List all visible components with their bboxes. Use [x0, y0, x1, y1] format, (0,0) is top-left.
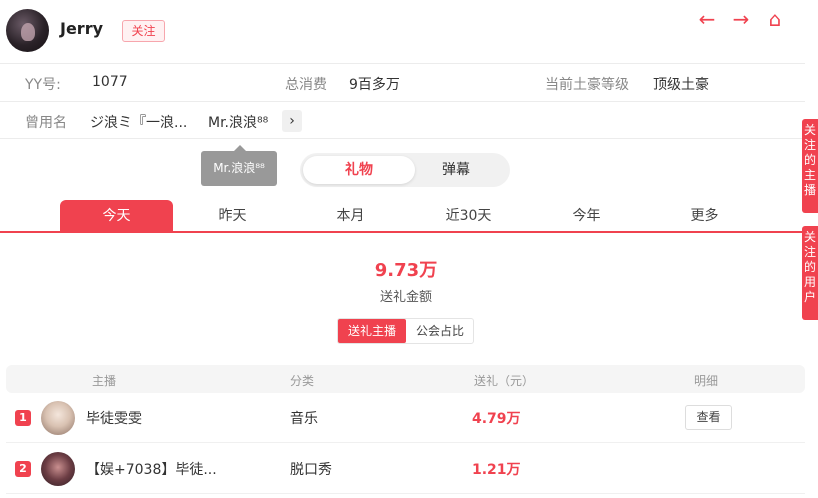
info-row-aliases: 曾用名 ジ浪ミ『一浪... Mr.浪浪⁸⁸ ›: [0, 101, 805, 139]
column-header-amount: 送礼（元）: [474, 374, 535, 388]
level-value: 顶级土豪: [653, 77, 709, 93]
anchor-name[interactable]: 毕徒雯雯: [86, 408, 142, 428]
column-header-anchor: 主播: [92, 374, 117, 388]
anchor-name[interactable]: 【娱+7038】毕徒...: [86, 459, 217, 479]
table-row: 2 【娱+7038】毕徒... 脱口秀 1.21万: [6, 444, 805, 494]
follow-button[interactable]: 关注: [122, 20, 165, 42]
username: Jerry: [60, 19, 104, 38]
anchor-category: 音乐: [290, 411, 318, 427]
gift-danmu-toggle: 弹幕 礼物: [300, 153, 510, 187]
yy-value: 1077: [92, 74, 128, 90]
info-row-stats: YY号: 1077 总消费 9百多万 当前土豪等级 顶级土豪: [0, 63, 805, 101]
level-label: 当前土豪等级: [545, 77, 629, 93]
period-tab-month[interactable]: 本月: [294, 200, 407, 233]
side-tab-followed-anchors[interactable]: 关注的主播: [802, 119, 818, 213]
alias-label: 曾用名: [25, 115, 67, 131]
tab-danmu[interactable]: 弹幕: [400, 156, 512, 184]
column-header-detail: 明细: [694, 374, 719, 388]
rank-badge: 1: [15, 410, 31, 426]
anchor-category: 脱口秀: [290, 462, 332, 478]
table-row: 1 毕徒雯雯 音乐 4.79万 查看: [6, 393, 805, 443]
forward-arrow-icon[interactable]: →: [730, 7, 752, 31]
period-tab-30days[interactable]: 近30天: [412, 200, 525, 233]
rank-badge: 2: [15, 461, 31, 477]
anchor-avatar[interactable]: [41, 401, 75, 435]
spend-label: 总消费: [285, 77, 327, 93]
period-tab-yesterday[interactable]: 昨天: [176, 200, 289, 233]
view-detail-button[interactable]: 查看: [685, 405, 732, 430]
anchor-guild-toggle: 送礼主播 公会占比: [337, 318, 474, 344]
gift-amount: 4.79万: [472, 411, 521, 427]
back-arrow-icon[interactable]: ←: [696, 7, 718, 31]
table-header: 主播 分类 送礼（元） 明细: [6, 365, 805, 393]
header: Jerry 关注 ← → ⌂: [0, 0, 818, 62]
nav-icons: ← → ⌂: [696, 7, 786, 31]
anchor-avatar[interactable]: [41, 452, 75, 486]
column-header-category: 分类: [290, 374, 315, 388]
tab-guild-share[interactable]: 公会占比: [406, 319, 474, 343]
chevron-right-icon[interactable]: ›: [282, 110, 302, 132]
period-tabs: 今天 昨天 本月 近30天 今年 更多: [0, 200, 818, 233]
alias-tooltip: Mr.浪浪⁸⁸: [201, 145, 277, 186]
gift-total-label: 送礼金额: [379, 290, 432, 305]
gift-total-value: 9.73万: [374, 260, 438, 281]
yy-label: YY号:: [25, 77, 61, 93]
tab-gift-anchor[interactable]: 送礼主播: [338, 319, 406, 343]
period-tab-today[interactable]: 今天: [60, 200, 173, 233]
spend-value: 9百多万: [349, 77, 400, 93]
period-tab-year[interactable]: 今年: [530, 200, 643, 233]
alias-item-2[interactable]: Mr.浪浪⁸⁸: [208, 112, 268, 132]
period-tab-more[interactable]: 更多: [648, 200, 761, 233]
alias-item-1[interactable]: ジ浪ミ『一浪...: [90, 112, 187, 132]
side-tab-followed-users[interactable]: 关注的用户: [802, 226, 818, 320]
gift-amount: 1.21万: [472, 462, 521, 478]
home-icon[interactable]: ⌂: [764, 7, 786, 31]
user-avatar[interactable]: [6, 9, 49, 52]
tab-gift[interactable]: 礼物: [303, 156, 415, 184]
